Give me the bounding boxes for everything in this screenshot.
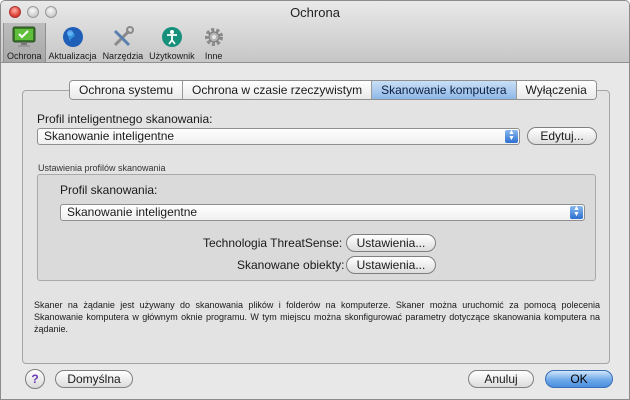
toolbar-item-label: Ochrona	[7, 51, 42, 61]
threatsense-label: Technologia ThreatSense:	[203, 236, 343, 250]
toolbar-item-inne[interactable]: Inne	[198, 23, 230, 62]
toolbar-item-narzedzia[interactable]: Narzędzia	[100, 23, 147, 62]
smart-profile-value: Skanowanie inteligentne	[44, 129, 175, 143]
threatsense-settings-button[interactable]: Ustawienia...	[346, 234, 436, 252]
toolbar-item-label: Inne	[204, 51, 223, 61]
tab-realtime-protection[interactable]: Ochrona w czasie rzeczywistym	[183, 81, 373, 99]
toolbar-item-label: Narzędzia	[102, 51, 144, 61]
preferences-window: Ochrona Ochrona Aktualizacja Narzędzia U…	[0, 0, 630, 400]
scanned-objects-settings-button[interactable]: Ustawienia...	[346, 256, 436, 274]
help-button[interactable]: ?	[25, 369, 45, 389]
default-button[interactable]: Domyślna	[55, 370, 133, 388]
tab-bar: Ochrona systemu Ochrona w czasie rzeczyw…	[69, 80, 597, 100]
toolbar-item-label: Aktualizacja	[48, 51, 97, 61]
select-arrows-icon: ▲ ▼	[505, 129, 518, 143]
toolbar: Ochrona Aktualizacja Narzędzia Użytkowni…	[3, 23, 230, 62]
toolbar-item-aktualizacja[interactable]: Aktualizacja	[46, 23, 100, 62]
globe-icon	[60, 24, 86, 50]
description-text: Skaner na żądanie jest używany do skanow…	[34, 300, 600, 334]
gear-icon	[201, 24, 227, 50]
scanned-objects-label: Skanowane obiekty:	[237, 258, 345, 272]
tab-system-protection[interactable]: Ochrona systemu	[70, 81, 184, 99]
tab-content-panel: Profil inteligentnego skanowania: Skanow…	[22, 90, 610, 364]
edit-button[interactable]: Edytuj...	[527, 127, 597, 145]
toolbar-item-label: Użytkownik	[149, 51, 195, 61]
toolbar-item-ochrona[interactable]: Ochrona	[3, 23, 46, 62]
smart-profile-select[interactable]: Skanowanie inteligentne ▲ ▼	[37, 128, 520, 145]
window-title: Ochrona	[290, 5, 340, 20]
scan-profile-label: Profil skanowania:	[60, 183, 158, 197]
scan-profiles-group-title: Ustawienia profilów skanowania	[38, 163, 166, 173]
cancel-button[interactable]: Anuluj	[468, 370, 534, 388]
ok-button[interactable]: OK	[545, 370, 613, 388]
select-arrows-icon: ▲ ▼	[570, 205, 583, 219]
accessibility-user-icon	[159, 24, 185, 50]
toolbar-item-uzytkownik[interactable]: Użytkownik	[146, 23, 198, 62]
tab-computer-scan[interactable]: Skanowanie komputera	[372, 81, 517, 99]
scan-profile-value: Skanowanie inteligentne	[67, 205, 198, 219]
scan-profiles-group: Profil skanowania: Skanowanie inteligent…	[37, 174, 596, 281]
monitor-check-icon	[11, 24, 37, 50]
scan-profile-select[interactable]: Skanowanie inteligentne ▲ ▼	[60, 204, 585, 221]
tab-exclusions[interactable]: Wyłączenia	[516, 81, 596, 99]
tools-icon	[110, 24, 136, 50]
title-bar: Ochrona Ochrona Aktualizacja Narzędzia U…	[1, 1, 629, 63]
smart-profile-label: Profil inteligentnego skanowania:	[37, 112, 213, 126]
